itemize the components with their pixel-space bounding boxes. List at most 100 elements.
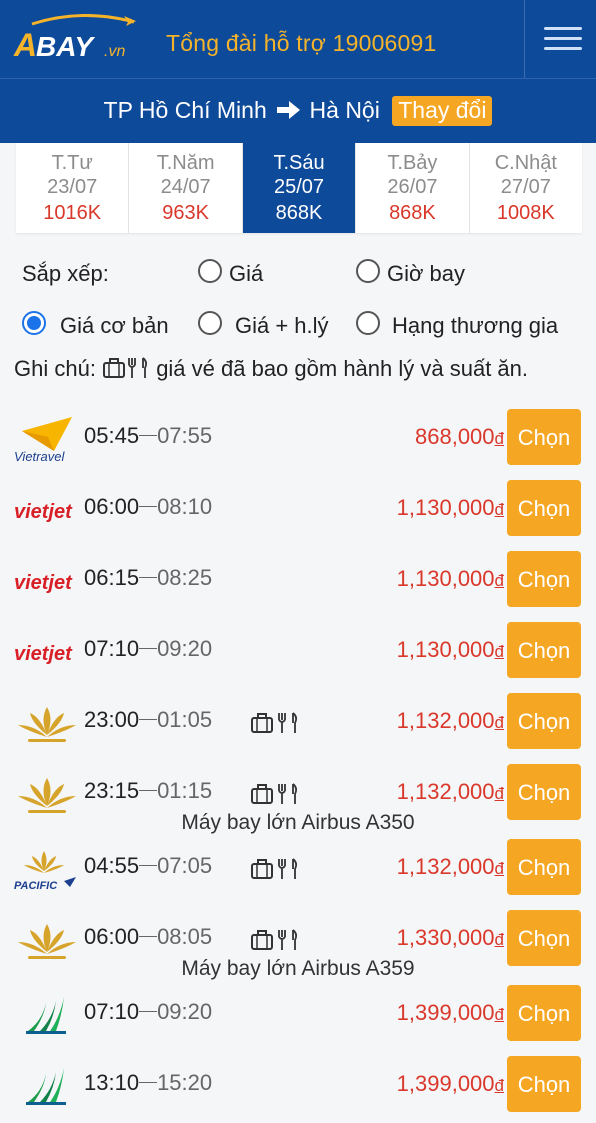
pacific-airlines-logo: PACIFIC bbox=[14, 847, 80, 893]
choose-flight-button[interactable]: Chọn bbox=[507, 985, 581, 1041]
date-tab[interactable]: T.Năm 24/07 963K bbox=[129, 143, 243, 233]
date-day: 24/07 bbox=[160, 176, 211, 198]
hamburger-menu-icon[interactable] bbox=[524, 0, 596, 78]
sort-option-label[interactable]: Giá cơ bản bbox=[60, 313, 169, 339]
svg-text:BAY: BAY bbox=[36, 31, 95, 62]
departure-time: 23:00 bbox=[84, 707, 140, 732]
vietravel-logo: Vietravel bbox=[14, 417, 80, 464]
sort-radio-time[interactable] bbox=[356, 259, 380, 283]
sort-option-label[interactable]: Giờ bay bbox=[387, 261, 465, 287]
price-value: 1,330,000 bbox=[396, 925, 495, 950]
route-origin: TP Hồ Chí Minh bbox=[103, 97, 267, 123]
time-separator bbox=[139, 936, 158, 937]
price-value: 1,399,000 bbox=[396, 1000, 495, 1025]
flight-time: 05:45 07:55 bbox=[84, 423, 212, 449]
time-separator bbox=[139, 506, 158, 507]
abay-logo[interactable]: A BAY .vn bbox=[12, 13, 140, 64]
time-separator bbox=[139, 1082, 158, 1083]
departure-time: 04:55 bbox=[84, 853, 140, 878]
sort-radio-base-price[interactable] bbox=[22, 311, 46, 335]
flight-row: 13:10 15:20 1,399,000đ Chọn bbox=[0, 1056, 596, 1116]
sort-option-label[interactable]: Giá + h.lý bbox=[235, 313, 329, 339]
sort-radio-business[interactable] bbox=[356, 311, 380, 335]
fare-note: Ghi chú: giá vé đã bao gồm hành lý và su… bbox=[14, 356, 528, 386]
sort-option-label[interactable]: Hạng thương gia bbox=[392, 313, 558, 339]
price-value: 1,130,000 bbox=[396, 495, 495, 520]
arrival-time: 07:05 bbox=[157, 853, 213, 878]
vietjet-logo: vietjet bbox=[14, 630, 80, 676]
time-separator bbox=[139, 719, 158, 720]
departure-time: 06:15 bbox=[84, 565, 140, 590]
svg-text:vietjet: vietjet bbox=[14, 501, 73, 523]
aircraft-info: Máy bay lớn Airbus A350 bbox=[181, 811, 415, 834]
choose-flight-button[interactable]: Chọn bbox=[507, 409, 581, 465]
departure-time: 06:00 bbox=[84, 494, 140, 519]
arrival-time: 08:10 bbox=[157, 494, 213, 519]
choose-flight-button[interactable]: Chọn bbox=[507, 622, 581, 678]
departure-time: 23:15 bbox=[84, 778, 140, 803]
app-header: A BAY .vn Tổng đài hỗ trợ 19006091 bbox=[0, 0, 596, 78]
arrival-time: 15:20 bbox=[157, 1070, 213, 1095]
flight-row: 23:00 01:05 1,132,000đ Chọn bbox=[0, 693, 596, 753]
choose-flight-button[interactable]: Chọn bbox=[507, 839, 581, 895]
date-day: 23/07 bbox=[47, 176, 98, 198]
currency-symbol: đ bbox=[494, 713, 504, 732]
arrival-time: 07:55 bbox=[157, 423, 213, 448]
flight-row: PACIFIC 04:55 07:05 1,132,000đ Chọn bbox=[0, 839, 596, 899]
date-tab[interactable]: T.Bảy 26/07 868K bbox=[356, 143, 470, 233]
flight-price: 1,130,000đ bbox=[397, 637, 504, 663]
price-value: 1,130,000 bbox=[396, 637, 495, 662]
flight-time: 23:15 01:15 bbox=[84, 778, 212, 804]
date-weekday: T.Năm bbox=[156, 152, 215, 174]
choose-flight-button[interactable]: Chọn bbox=[507, 551, 581, 607]
sort-radio-price-luggage[interactable] bbox=[198, 311, 222, 335]
aircraft-info: Máy bay lớn Airbus A359 bbox=[181, 957, 415, 980]
date-tab[interactable]: T.Tư 23/07 1016K bbox=[16, 143, 130, 233]
date-weekday: T.Sáu bbox=[273, 152, 325, 174]
time-separator bbox=[139, 790, 158, 791]
route-destination: Hà Nội bbox=[309, 97, 380, 123]
currency-symbol: đ bbox=[494, 930, 504, 949]
departure-time: 07:10 bbox=[84, 636, 140, 661]
currency-symbol: đ bbox=[494, 642, 504, 661]
currency-symbol: đ bbox=[494, 429, 504, 448]
vietjet-logo: vietjet bbox=[14, 488, 80, 534]
sort-option-label[interactable]: Giá bbox=[229, 261, 263, 287]
flight-price: 1,399,000đ bbox=[397, 1071, 504, 1097]
luggage-meal-icon bbox=[250, 782, 306, 806]
time-separator bbox=[139, 435, 158, 436]
date-selector: T.Tư 23/07 1016K T.Năm 24/07 963K T.Sáu 25/07… bbox=[16, 143, 582, 233]
bamboo-airways-logo bbox=[14, 993, 80, 1039]
time-separator bbox=[139, 1011, 158, 1012]
sort-radio-price[interactable] bbox=[198, 259, 222, 283]
price-value: 1,399,000 bbox=[396, 1071, 495, 1096]
currency-symbol: đ bbox=[494, 1005, 504, 1024]
sort-label: Sắp xếp: bbox=[22, 261, 109, 286]
price-value: 1,130,000 bbox=[396, 566, 495, 591]
flight-price: 1,132,000đ bbox=[397, 708, 504, 734]
flight-time: 13:10 15:20 bbox=[84, 1070, 212, 1096]
bamboo-airways-logo bbox=[14, 1064, 80, 1110]
hotline-text[interactable]: Tổng đài hỗ trợ 19006091 bbox=[166, 30, 437, 57]
change-route-button[interactable]: Thay đổi bbox=[392, 96, 493, 126]
choose-flight-button[interactable]: Chọn bbox=[507, 1056, 581, 1112]
date-min-price: 868K bbox=[275, 202, 323, 224]
luggage-meal-icon bbox=[250, 928, 306, 952]
luggage-meal-icon bbox=[250, 857, 306, 881]
choose-flight-button[interactable]: Chọn bbox=[507, 693, 581, 749]
price-value: 1,132,000 bbox=[396, 854, 495, 879]
time-separator bbox=[139, 577, 158, 578]
date-tab[interactable]: C.Nhật 27/07 1008K bbox=[470, 143, 582, 233]
arrival-time: 09:20 bbox=[157, 636, 213, 661]
date-tab-selected[interactable]: T.Sáu 25/07 868K bbox=[242, 143, 357, 233]
vietnam-airlines-logo bbox=[14, 701, 80, 747]
flight-row: Vietravel 05:45 07:55 868,000đ Chọn bbox=[0, 409, 596, 469]
time-separator bbox=[139, 865, 158, 866]
choose-flight-button[interactable]: Chọn bbox=[507, 480, 581, 536]
date-weekday: T.Tư bbox=[51, 152, 93, 174]
arrival-time: 01:15 bbox=[157, 778, 213, 803]
flight-time: 07:10 09:20 bbox=[84, 636, 212, 662]
flight-price: 1,132,000đ bbox=[397, 854, 504, 880]
note-prefix: Ghi chú: bbox=[14, 356, 96, 381]
flight-row: vietjet 06:15 08:25 1,130,000đ Chọn bbox=[0, 551, 596, 611]
